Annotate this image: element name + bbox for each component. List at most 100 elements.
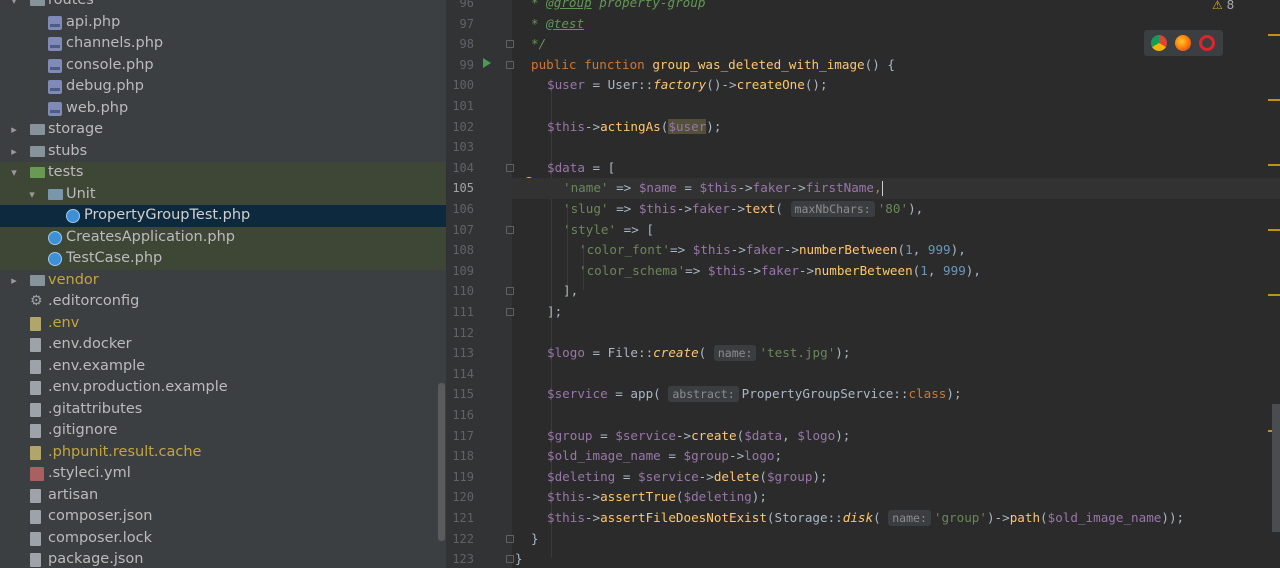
code-line[interactable]: ], [563,281,578,302]
code-line[interactable]: ]; [547,302,562,323]
code-line[interactable]: 'name' => $name = $this->faker->firstNam… [563,178,883,199]
tree-item[interactable]: console.php [0,55,446,77]
tree-item[interactable]: ⚙ .editorconfig [0,291,446,313]
tree-item[interactable]: .phpunit.result.cache [0,442,446,464]
code-line[interactable]: 'color_schema'=> $this->faker->numberBet… [579,261,981,282]
fold-toggle-icon[interactable] [506,534,514,543]
line-number: 106 [452,202,474,216]
tree-item[interactable]: web.php [0,98,446,120]
tree-item[interactable]: .styleci.yml [0,463,446,485]
code-token: 'group' [933,510,987,525]
code-line[interactable]: $user = User::factory()->createOne(); [547,75,828,96]
tree-item[interactable]: .gitattributes [0,399,446,421]
inspection-widget[interactable]: ⚠ 8 [1212,0,1234,12]
fold-toggle-icon[interactable] [506,60,514,69]
chevron-right-icon[interactable]: ▸ [8,270,20,292]
tree-item[interactable]: composer.json [0,506,446,528]
project-tree[interactable]: ▾ routes api.php channels.php console.php deb… [0,0,446,568]
tree-item[interactable]: artisan [0,485,446,507]
tree-item[interactable]: .env.example [0,356,446,378]
chevron-down-icon[interactable]: ▾ [26,184,38,206]
fold-toggle-icon[interactable] [506,287,514,296]
chrome-icon[interactable] [1151,35,1167,51]
tree-item[interactable]: ▸ storage [0,119,446,141]
code-line[interactable]: * @test [531,14,584,35]
tree-item[interactable]: composer.lock [0,528,446,550]
code-line[interactable]: $group = $service->create($data, $logo); [547,426,850,447]
tree-item[interactable]: .env.docker [0,334,446,356]
code-line[interactable]: $old_image_name = $group->logo; [547,446,782,467]
code-token: -> [584,118,601,134]
opera-icon[interactable] [1199,35,1215,51]
tree-item[interactable]: api.php [0,12,446,34]
tree-item-label: PropertyGroupTest.php [84,207,251,223]
code-line[interactable]: $logo = File::create( name:'test.jpg'); [547,343,850,364]
file-icon [30,488,41,503]
tree-item[interactable]: ▸ vendor [0,270,446,292]
tree-item[interactable]: ▾ tests [0,162,446,184]
code-line[interactable]: 'slug' => $this->faker->text( maxNbChars… [563,199,923,220]
firefox-icon[interactable] [1175,35,1191,51]
code-token: assertTrue [600,489,676,505]
code-token: numberBetween [798,242,898,258]
tree-item[interactable]: debug.php [0,76,446,98]
chevron-down-icon[interactable]: ▾ [8,162,20,184]
code-token: ( [759,468,767,484]
fold-toggle-icon[interactable] [506,225,514,234]
tree-item-label: .phpunit.result.cache [48,443,202,460]
code-line[interactable]: 'color_font'=> $this->faker->numberBetwe… [579,240,966,261]
chevron-down-icon[interactable]: ▾ [8,0,20,12]
code-token: createOne [736,77,805,93]
folder-icon [30,274,45,286]
code-line[interactable]: $this->assertFileDoesNotExist(Storage::d… [547,508,1184,529]
chevron-right-icon[interactable]: ▸ [8,141,20,163]
tree-item[interactable]: .gitignore [0,420,446,442]
code-token: -> [798,262,815,278]
fold-toggle-icon[interactable] [506,40,514,49]
error-stripe-mark[interactable] [1268,34,1280,36]
code-token: } [531,530,539,546]
tree-item[interactable]: CreatesApplication.php [0,226,446,248]
tree-item[interactable]: TestCase.php [0,248,446,270]
tree-item[interactable]: ▾ routes [0,0,446,12]
fold-toggle-icon[interactable] [506,308,514,316]
tree-item[interactable]: .env [0,313,446,335]
file-icon [30,531,41,546]
folder-icon [30,0,45,6]
tree-item[interactable]: .env.production.example [0,377,446,399]
code-line[interactable]: * @group property-group [531,0,705,14]
error-stripe-mark[interactable] [1268,164,1280,166]
code-token: 'color_schema' [579,262,686,278]
code-line[interactable]: $this->actingAs($user); [547,117,721,138]
tree-item[interactable]: ▾ Unit [0,183,446,206]
code-token: create [691,427,737,443]
code-line[interactable]: $deleting = $service->delete($group); [547,467,828,488]
tree-item[interactable]: PropertyGroupTest.php [0,205,446,227]
editor-scrollbar[interactable] [1272,404,1280,532]
code-editor[interactable]: 96 97 98 99 100 101 102 103 104 105 106 107 108 109 11… [446,0,1280,568]
code-line[interactable]: public function group_was_deleted_with_i… [531,55,895,76]
code-token: $this [638,201,677,216]
tree-scrollbar[interactable] [438,383,445,541]
code-line[interactable]: $this->assertTrue($deleting); [547,487,767,508]
chevron-right-icon[interactable]: ▸ [8,119,20,141]
code-line[interactable]: 'style' => [ [563,220,654,241]
error-stripe-mark[interactable] [1268,294,1280,296]
tree-item[interactable]: package.json [0,549,446,568]
code-token: $service [615,427,676,443]
code-line[interactable]: } [515,549,523,568]
tree-item-label: stubs [48,142,88,159]
tree-item-label: .styleci.yml [48,465,131,481]
fold-toggle-icon[interactable] [506,555,514,564]
code-line[interactable]: */ [531,34,546,55]
run-test-icon[interactable] [483,58,491,68]
code-line[interactable]: } [531,529,539,550]
fold-toggle-icon[interactable] [506,163,514,172]
code-token: $old_image_name [547,448,661,464]
code-line[interactable]: $service = app( abstract: PropertyGroupSe… [547,384,962,405]
code-line[interactable]: $data = [ [547,158,615,179]
tree-item[interactable]: ▸ stubs [0,141,446,163]
tree-item[interactable]: channels.php [0,33,446,55]
error-stripe-mark[interactable] [1268,99,1280,101]
error-stripe-mark[interactable] [1268,229,1280,231]
